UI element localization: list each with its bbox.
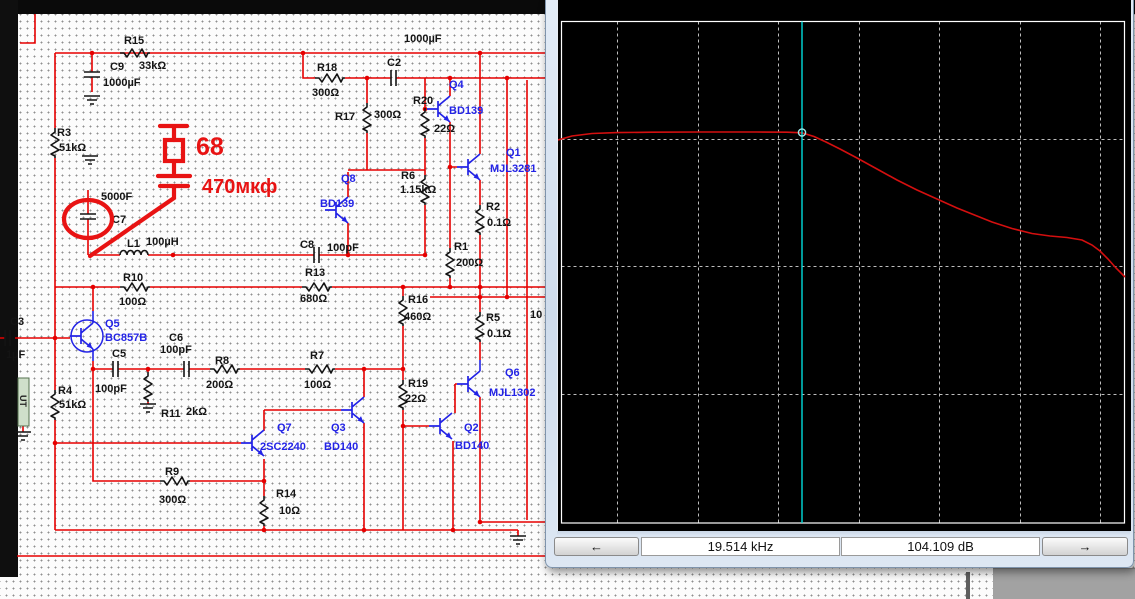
red-annotation-text: 68 470мкф — [196, 133, 277, 198]
value-r9: 300Ω — [159, 494, 186, 506]
magnitude-readout: 104.109 dB — [841, 537, 1040, 556]
value-r6: 1.15kΩ — [400, 184, 437, 196]
label-q4: Q4 — [449, 79, 465, 91]
value-c5: 100pF — [95, 383, 127, 395]
label-r5: R5 — [486, 312, 500, 324]
value-r14: 10Ω — [279, 505, 300, 517]
out-terminal[interactable]: UT — [17, 377, 30, 427]
cursor-left-button[interactable]: ← — [554, 537, 639, 556]
value-r1: 200Ω — [456, 257, 483, 269]
cursor-right-button[interactable]: → — [1042, 537, 1128, 556]
value-q3: BD140 — [324, 441, 358, 453]
plot-grid — [561, 21, 1125, 523]
value-q5: BC857B — [105, 332, 147, 344]
value-r15: 33kΩ — [139, 60, 166, 72]
label-r9: R9 — [165, 466, 179, 478]
value-c3: 1µF — [6, 349, 25, 361]
label-q3: Q3 — [331, 422, 346, 434]
application-root: UT R15 33kΩ C9 1000µF R3 51kΩ 5000F C7 L… — [0, 0, 1135, 599]
label-r10: R10 — [123, 272, 143, 284]
value-q7: 2SC2240 — [260, 441, 306, 453]
value-r5: 0.1Ω — [487, 328, 511, 340]
value-r4: 51kΩ — [59, 399, 86, 411]
value-r2: 0.1Ω — [487, 217, 511, 229]
out-terminal-label: UT — [18, 395, 28, 407]
bode-plot[interactable] — [557, 0, 1131, 531]
label-q5: Q5 — [105, 318, 120, 330]
value-q4: BD139 — [449, 105, 483, 117]
schematic-canvas[interactable]: UT R15 33kΩ C9 1000µF R3 51kΩ 5000F C7 L… — [0, 0, 560, 599]
window-inner-edge — [557, 531, 1130, 536]
annotation-68: 68 — [196, 133, 224, 161]
label-r13: R13 — [305, 267, 325, 279]
label-q7: Q7 — [277, 422, 292, 434]
right-arrow-icon: → — [1078, 538, 1092, 554]
value-r3: 51kΩ — [59, 142, 86, 154]
value-q6: MJL1302 — [489, 387, 535, 399]
label-c8: C8 — [300, 239, 314, 251]
value-c9: 1000µF — [103, 77, 141, 89]
plot-area[interactable] — [557, 0, 1131, 531]
label-c3: C3 — [10, 316, 24, 328]
label-r14: R14 — [276, 488, 297, 500]
label-r17: R17 — [335, 111, 355, 123]
value-r11: 2kΩ — [186, 406, 207, 418]
value-c7: 5000F — [101, 191, 132, 203]
label-r4: R4 — [58, 385, 73, 397]
annotation-470: 470мкф — [202, 176, 277, 198]
label-r7: R7 — [310, 350, 324, 362]
label-r16: R16 — [408, 294, 428, 306]
label-r2: R2 — [486, 201, 500, 213]
magnitude-trace — [557, 131, 1126, 278]
label-c9: C9 — [110, 61, 124, 73]
value-c2: 1000µF — [404, 33, 442, 45]
background-window-corner — [993, 568, 1135, 599]
frequency-readout: 19.514 kHz — [641, 537, 840, 556]
left-arrow-icon: ← — [590, 538, 603, 554]
value-r16: 460Ω — [404, 311, 431, 323]
value-q2: BD140 — [455, 440, 489, 452]
plot-window: ← 19.514 kHz 104.109 dB → — [545, 0, 1134, 568]
label-c6: C6 — [169, 332, 183, 344]
label-r18: R18 — [317, 62, 337, 74]
label-edge-fragment: 10 — [530, 309, 542, 321]
value-r7: 100Ω — [304, 379, 331, 391]
label-c7: C7 — [112, 214, 126, 226]
label-r11: R11 — [161, 408, 181, 420]
value-r8: 200Ω — [206, 379, 233, 391]
value-l1: 100µH — [146, 236, 179, 248]
value-r13: 680Ω — [300, 293, 327, 305]
value-r20: 22Ω — [434, 123, 455, 135]
label-r8: R8 — [215, 355, 229, 367]
value-r19: 22Ω — [405, 393, 426, 405]
value-r18: 300Ω — [312, 87, 339, 99]
value-c6: 100pF — [160, 344, 192, 356]
plot-border — [560, 20, 1126, 524]
label-q1: Q1 — [506, 147, 521, 159]
label-q2: Q2 — [464, 422, 479, 434]
label-r6: R6 — [401, 170, 415, 182]
label-l1: L1 — [127, 238, 140, 250]
background-window-edge — [966, 572, 970, 599]
value-q1: MJL3281 — [490, 163, 536, 175]
label-c2: C2 — [387, 57, 401, 69]
label-q6: Q6 — [505, 367, 520, 379]
wires — [0, 14, 545, 557]
label-r3: R3 — [57, 127, 71, 139]
value-q8: BD139 — [320, 198, 354, 210]
label-q8: Q8 — [341, 173, 356, 185]
value-c8: 100pF — [327, 242, 359, 254]
value-r17: 300Ω — [374, 109, 401, 121]
value-r10: 100Ω — [119, 296, 146, 308]
label-r20: R20 — [413, 95, 433, 107]
label-r19: R19 — [408, 378, 428, 390]
label-r1: R1 — [454, 241, 468, 253]
label-c5: C5 — [112, 348, 126, 360]
label-r15: R15 — [124, 35, 144, 47]
